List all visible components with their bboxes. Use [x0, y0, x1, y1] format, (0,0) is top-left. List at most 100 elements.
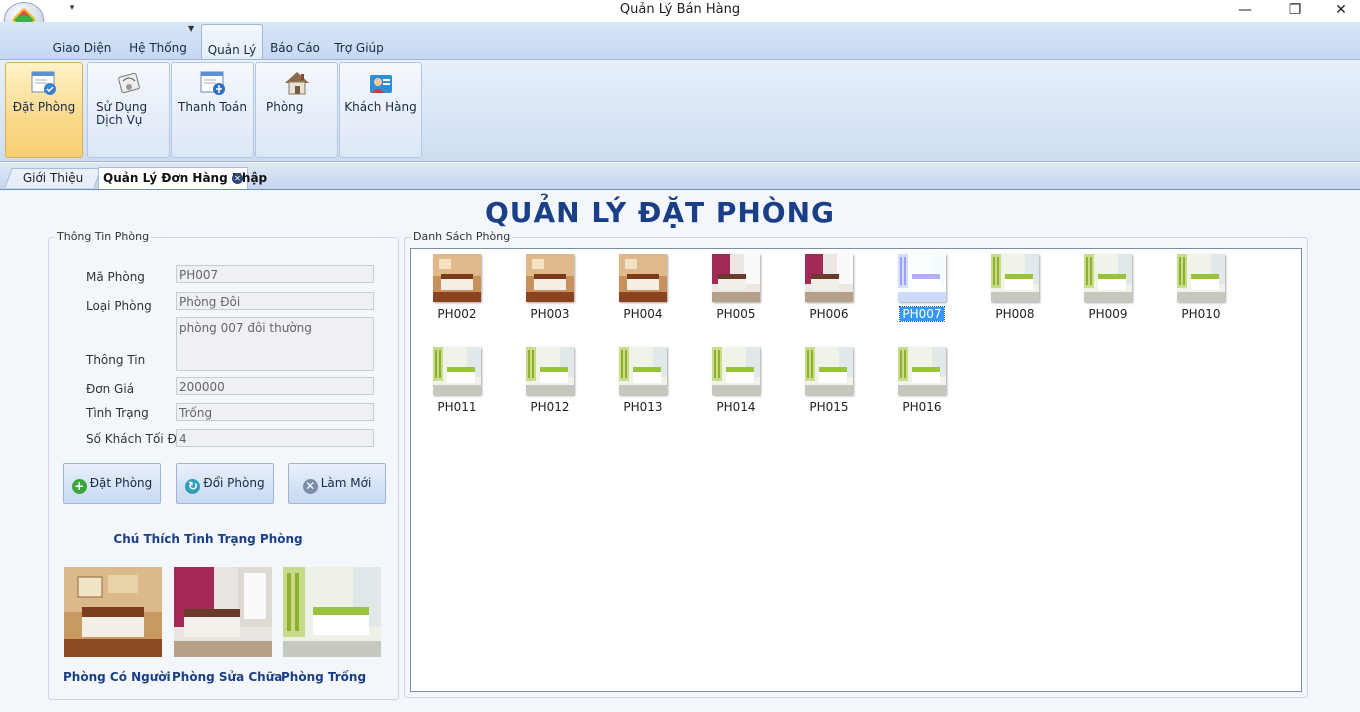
room-empty-thumbnail: [898, 347, 946, 395]
tinh-trang-label: Tình Trạng: [86, 406, 149, 420]
room-occupied-thumbnail: [619, 254, 667, 302]
tab-he-thong[interactable]: Hệ Thống: [126, 38, 190, 59]
room-item[interactable]: PH012: [522, 343, 578, 423]
room-item[interactable]: PH004: [615, 250, 671, 330]
legend-title: Chú Thích Tình Trạng Phòng: [113, 532, 303, 546]
room-item[interactable]: PH007: [894, 250, 950, 330]
room-item[interactable]: PH002: [429, 250, 485, 330]
room-id-label: PH012: [530, 400, 570, 414]
close-icon[interactable]: ✕: [232, 173, 243, 184]
ma-phong-field[interactable]: PH007: [176, 265, 374, 283]
room-item[interactable]: PH005: [708, 250, 764, 330]
loai-phong-field[interactable]: Phòng Đôi: [176, 292, 374, 310]
room-empty-thumbnail: [991, 254, 1039, 302]
room-item[interactable]: PH009: [1080, 250, 1136, 330]
swap-icon: ↻: [185, 479, 201, 494]
room-occupied-thumbnail: [526, 254, 574, 302]
room-empty-thumbnail: [712, 347, 760, 395]
room-item[interactable]: PH006: [801, 250, 857, 330]
ribbon-button-phong[interactable]: Phòng: [255, 62, 338, 158]
room-empty-thumbnail: [1177, 254, 1225, 302]
room-item[interactable]: PH013: [615, 343, 671, 423]
room-empty-thumbnail: [1084, 254, 1132, 302]
ribbon-button-thanh-toan[interactable]: Thanh Toán: [171, 62, 254, 158]
legend-label-repair: Phòng Sửa Chữa: [172, 670, 283, 684]
room-id-label: PH013: [623, 400, 663, 414]
window-title: Quản Lý Bán Hàng: [619, 2, 741, 17]
ribbon-button-su-dung-dich-vu[interactable]: Sử Dụng Dịch Vụ: [87, 62, 170, 158]
room-empty-thumbnail: [619, 347, 667, 395]
room-item[interactable]: PH016: [894, 343, 950, 423]
ribbon-button-khach-hang[interactable]: Khách Hàng: [339, 62, 422, 158]
button-label: Đặt Phòng: [89, 476, 153, 490]
room-item[interactable]: PH008: [987, 250, 1043, 330]
tab-giao-dien[interactable]: Giao Diện: [48, 38, 116, 59]
restore-button[interactable]: ❐: [1272, 0, 1318, 22]
room-repair-thumbnail: [712, 254, 760, 302]
doctab-gioi-thieu[interactable]: Giới Thiệu: [4, 168, 102, 188]
room-id-label: PH005: [716, 307, 756, 321]
service-icon: [117, 72, 140, 94]
tab-quan-ly[interactable]: Quản Lý: [201, 24, 263, 60]
group-label: Danh Sách Phòng: [411, 230, 513, 243]
tinh-trang-field[interactable]: Trống: [176, 403, 374, 421]
booking-icon: [31, 71, 56, 95]
so-khach-label: Số Khách Tối Đa: [86, 432, 185, 446]
so-khach-field[interactable]: 4: [176, 429, 374, 447]
room-id-label: PH009: [1088, 307, 1128, 321]
don-gia-field[interactable]: 200000: [176, 377, 374, 395]
room-id-label: PH002: [437, 307, 477, 321]
dat-phong-button[interactable]: + Đặt Phòng: [63, 463, 161, 504]
room-id-label: PH006: [809, 307, 849, 321]
button-label: Đổi Phòng: [203, 476, 265, 490]
customer-icon: [369, 75, 392, 93]
room-id-label: PH010: [1181, 307, 1221, 321]
room-id-label: PH003: [530, 307, 570, 321]
loai-phong-label: Loại Phòng: [86, 299, 152, 313]
room-item[interactable]: PH015: [801, 343, 857, 423]
empty-room-image: [283, 567, 381, 657]
button-label: Làm Mới: [320, 476, 372, 490]
room-empty-thumbnail: [433, 347, 481, 395]
tab-dropdown-icon[interactable]: ▼: [188, 24, 194, 33]
room-empty-thumbnail: [898, 254, 946, 302]
ribbon-button-label: Khách Hàng: [344, 100, 417, 114]
tab-tro-giup[interactable]: Trợ Giúp: [330, 38, 388, 59]
room-repair-thumbnail: [805, 254, 853, 302]
thong-tin-field[interactable]: phòng 007 đôi thường: [176, 317, 374, 371]
legend-label-occupied: Phòng Có Người: [63, 670, 171, 684]
room-empty-thumbnail: [526, 347, 574, 395]
don-gia-label: Đơn Giá: [86, 382, 135, 396]
close-button[interactable]: ✕: [1318, 0, 1360, 22]
ma-phong-label: Mã Phòng: [86, 270, 145, 284]
tab-bao-cao[interactable]: Báo Cáo: [266, 38, 324, 59]
minimize-button[interactable]: —: [1222, 0, 1268, 22]
legend-label-empty: Phòng Trống: [281, 670, 367, 684]
doi-phong-button[interactable]: ↻ Đổi Phòng: [176, 463, 274, 504]
ribbon-button-label-line1: Sử Dụng: [96, 100, 148, 114]
room-id-label: PH015: [809, 400, 849, 414]
room-id-label: PH014: [716, 400, 756, 414]
room-empty-thumbnail: [805, 347, 853, 395]
room-list[interactable]: PH002 PH003 PH004 PH005 PH006 PH007 PH008 PH009…: [410, 248, 1302, 692]
add-icon: +: [71, 479, 87, 494]
doctab-label: Giới Thiệu: [22, 171, 84, 185]
occupied-room-image: [64, 567, 162, 657]
room-item[interactable]: PH014: [708, 343, 764, 423]
room-item[interactable]: PH003: [522, 250, 578, 330]
doctab-quan-ly-don-hang-nhap[interactable]: Quản Lý Đơn Hàng Nhập ✕: [98, 167, 267, 189]
room-id-label: PH008: [995, 307, 1035, 321]
house-icon: [284, 72, 309, 95]
payment-icon: [200, 71, 225, 95]
ribbon-button-label-line2: Dịch Vụ: [96, 113, 143, 127]
room-id-label: PH011: [437, 400, 477, 414]
room-item[interactable]: PH011: [429, 343, 485, 423]
lam-moi-button[interactable]: ✕ Làm Mới: [288, 463, 386, 504]
tools-icon: ✕: [302, 479, 318, 494]
room-item[interactable]: PH010: [1173, 250, 1229, 330]
thong-tin-label: Thông Tin: [86, 353, 146, 367]
room-id-label: PH007: [899, 306, 945, 322]
room-occupied-thumbnail: [433, 254, 481, 302]
ribbon-button-dat-phong[interactable]: Đặt Phòng: [5, 62, 83, 158]
page-title: QUẢN LÝ ĐẶT PHÒNG: [484, 196, 836, 229]
